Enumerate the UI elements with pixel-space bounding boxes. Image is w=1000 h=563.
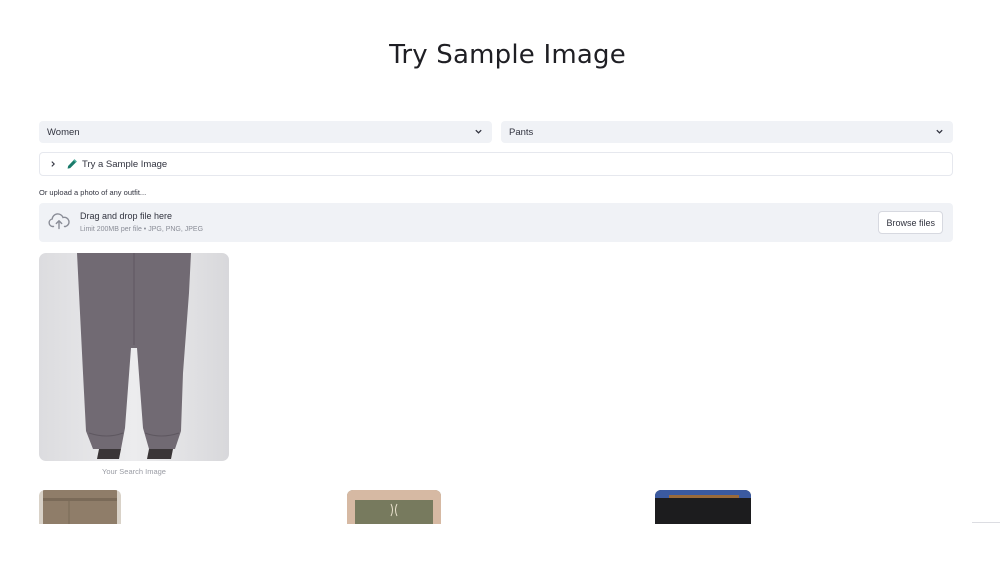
dropzone-title: Drag and drop file here (80, 211, 173, 221)
category-select[interactable]: Pants (501, 121, 953, 143)
expander-label: Try a Sample Image (82, 158, 168, 170)
gender-select-value: Women (47, 126, 80, 138)
search-image (39, 253, 229, 461)
category-select-value: Pants (509, 126, 534, 138)
result-photo (347, 490, 441, 524)
chevron-right-icon (51, 161, 55, 167)
cloud-upload-icon (48, 213, 70, 230)
dropzone-limit: Limit 200MB per file • JPG, PNG, JPEG (80, 226, 204, 233)
browse-files-button[interactable]: Browse files (878, 211, 943, 234)
search-image-caption: Your Search Image (102, 467, 166, 476)
upload-hint: Or upload a photo of any outfit... (39, 188, 147, 197)
result-photo (43, 490, 117, 524)
gender-select[interactable]: Women (39, 121, 492, 143)
page-title: Try Sample Image (389, 40, 626, 70)
divider (972, 522, 1000, 523)
pen-icon (67, 159, 77, 169)
result-photo (655, 490, 751, 524)
result-image[interactable] (347, 490, 441, 524)
result-image[interactable] (39, 490, 121, 524)
result-image[interactable] (655, 490, 751, 524)
sample-image-expander[interactable]: Try a Sample Image (39, 152, 953, 176)
chevron-down-icon (936, 129, 943, 134)
file-dropzone[interactable]: Drag and drop file here Limit 200MB per … (39, 203, 953, 242)
chevron-down-icon (475, 129, 482, 134)
pants-photo (77, 253, 191, 459)
